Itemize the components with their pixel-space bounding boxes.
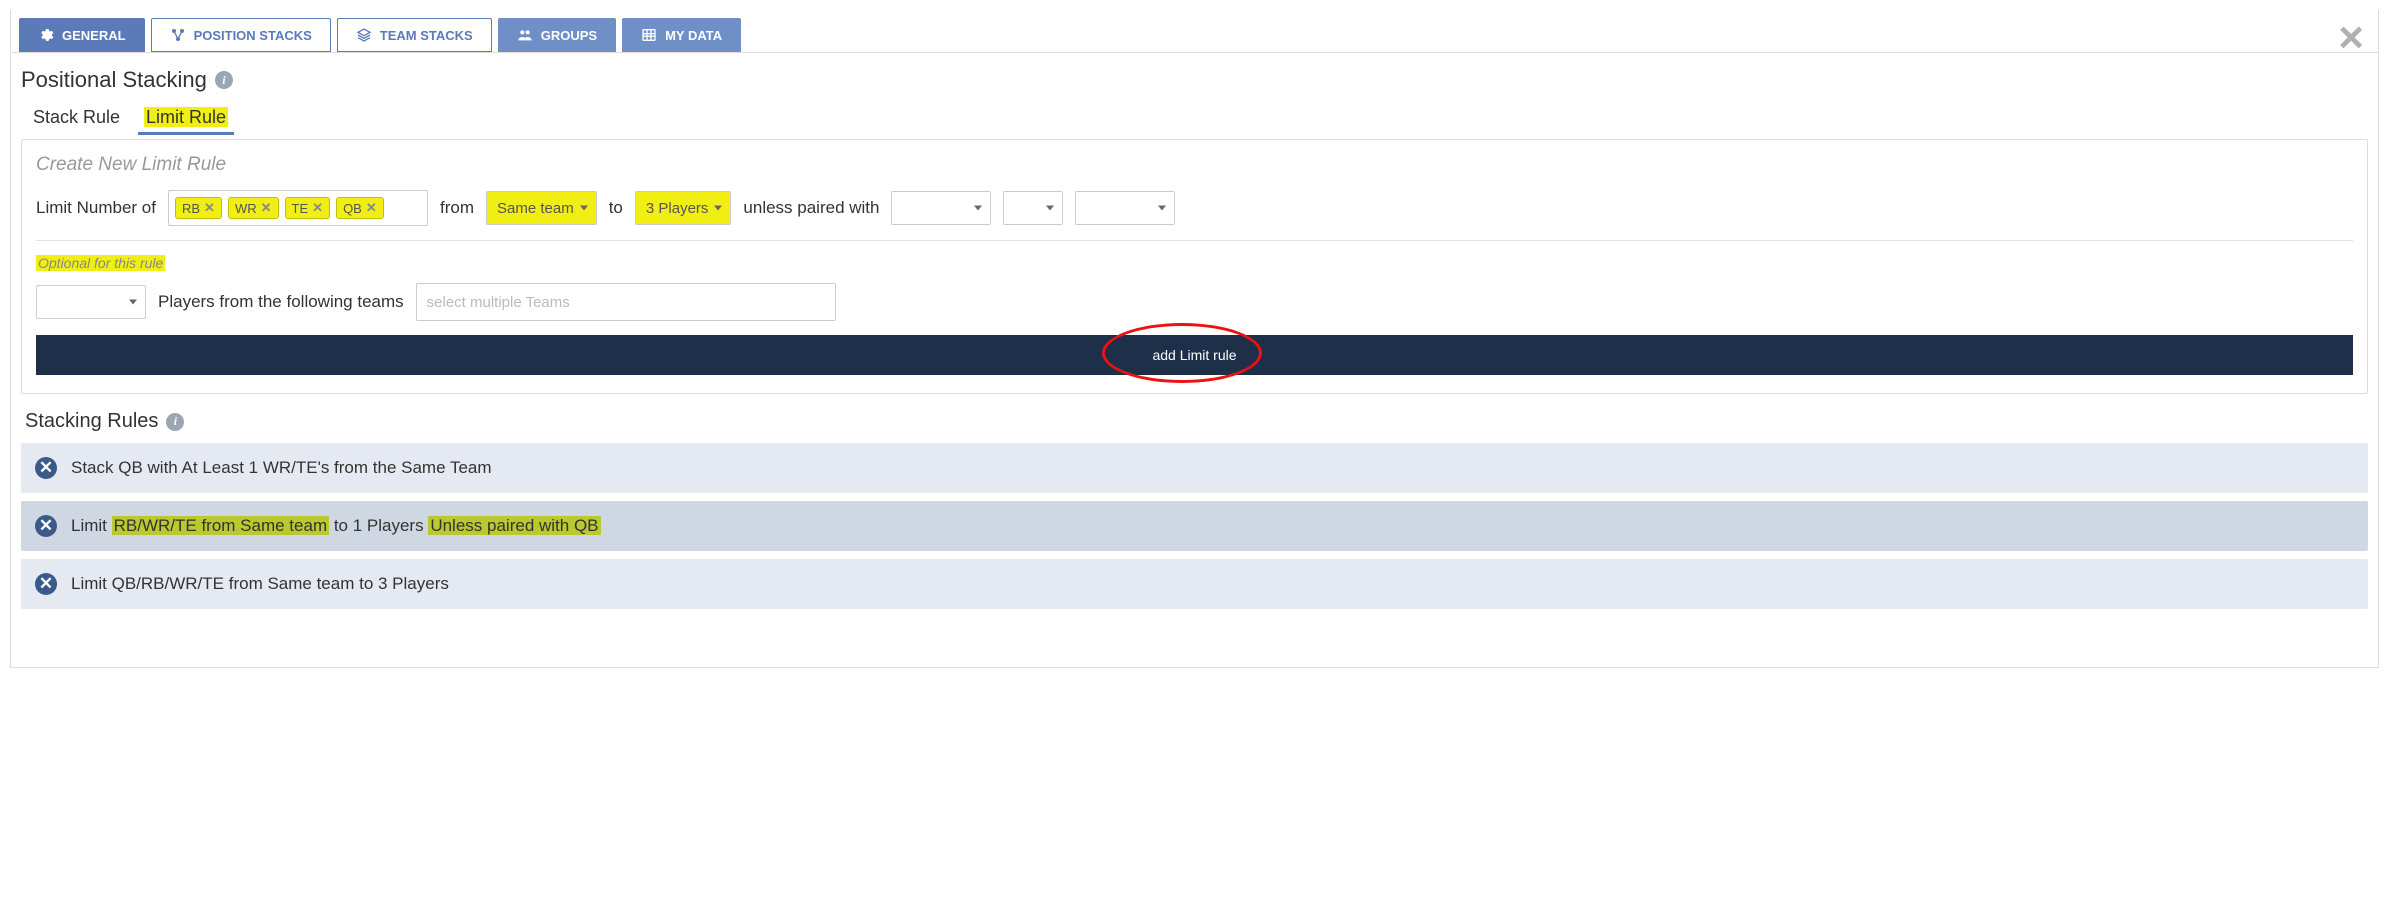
delete-rule-icon[interactable]: ✕: [35, 573, 57, 595]
limit-label: Limit Number of: [36, 198, 156, 218]
rule-item: ✕ Limit QB/RB/WR/TE from Same team to 3 …: [21, 559, 2368, 609]
rule-text: Stack QB with At Least 1 WR/TE's from th…: [71, 458, 492, 478]
add-button-wrap: add Limit rule: [36, 335, 2353, 375]
close-icon[interactable]: ×: [2338, 16, 2364, 60]
tag-label: TE: [292, 201, 309, 216]
remove-icon[interactable]: ✕: [261, 200, 272, 216]
layers-icon: [356, 27, 372, 43]
teams-input[interactable]: [416, 283, 836, 321]
from-value: Same team: [497, 200, 574, 217]
delete-rule-icon[interactable]: ✕: [35, 515, 57, 537]
remove-icon[interactable]: ✕: [366, 200, 377, 216]
rule-item: ✕ Limit RB/WR/TE from Same team to 1 Pla…: [21, 501, 2368, 551]
to-select[interactable]: 3 Players: [635, 191, 732, 225]
subtab-limit-rule[interactable]: Limit Rule: [138, 103, 234, 135]
positions-input[interactable]: RB ✕ WR ✕ TE ✕ QB ✕: [168, 190, 428, 226]
tab-label: TEAM STACKS: [380, 28, 473, 43]
divider: [36, 240, 2353, 241]
rule-segment-highlight: Unless paired with QB: [428, 516, 600, 535]
optional-note: Optional for this rule: [36, 255, 165, 271]
tab-my-data[interactable]: MY DATA: [622, 18, 741, 52]
to-value: 3 Players: [646, 200, 709, 217]
tag-label: RB: [182, 201, 200, 216]
info-icon[interactable]: i: [215, 71, 233, 89]
tab-general[interactable]: GENERAL: [19, 18, 145, 52]
rule-segment: Stack QB with At Least 1 WR/TE's from th…: [71, 458, 492, 477]
stacking-rules-title: Stacking Rules i: [25, 410, 2368, 433]
to-label: to: [609, 198, 623, 218]
tab-label: GENERAL: [62, 28, 126, 43]
rule-text: Limit QB/RB/WR/TE from Same team to 3 Pl…: [71, 574, 449, 594]
from-select[interactable]: Same team: [486, 191, 597, 225]
unless-select-3[interactable]: [1075, 191, 1175, 225]
tab-groups[interactable]: GROUPS: [498, 18, 616, 52]
stacking-rules-text: Stacking Rules: [25, 410, 158, 433]
add-limit-rule-button[interactable]: add Limit rule: [36, 335, 2353, 375]
tag-qb[interactable]: QB ✕: [336, 197, 384, 219]
remove-icon[interactable]: ✕: [312, 200, 323, 216]
section-title: Positional Stacking i: [21, 67, 2368, 93]
subtab-stack-rule[interactable]: Stack Rule: [27, 103, 126, 135]
unless-label: unless paired with: [743, 198, 879, 218]
modal-container: × GENERAL POSITION STACKS TEAM STACKS GR…: [10, 10, 2379, 668]
rules-list: ✕ Stack QB with At Least 1 WR/TE's from …: [21, 443, 2368, 609]
tab-position-stacks[interactable]: POSITION STACKS: [151, 18, 331, 52]
tag-label: WR: [235, 201, 257, 216]
panel-title: Create New Limit Rule: [36, 154, 2353, 176]
from-label: from: [440, 198, 474, 218]
section-title-text: Positional Stacking: [21, 67, 207, 93]
players-from-label: Players from the following teams: [158, 292, 404, 312]
rule-segment: Limit: [71, 516, 112, 535]
tag-wr[interactable]: WR ✕: [228, 197, 279, 219]
tag-te[interactable]: TE ✕: [285, 197, 331, 219]
include-exclude-select[interactable]: [36, 285, 146, 319]
rule-subtabs: Stack Rule Limit Rule: [21, 103, 2368, 135]
teams-row: Players from the following teams: [36, 283, 2353, 321]
tab-label: MY DATA: [665, 28, 722, 43]
rule-item: ✕ Stack QB with At Least 1 WR/TE's from …: [21, 443, 2368, 493]
tab-team-stacks[interactable]: TEAM STACKS: [337, 18, 492, 52]
unless-select-1[interactable]: [891, 191, 991, 225]
unless-select-2[interactable]: [1003, 191, 1063, 225]
tab-label: GROUPS: [541, 28, 597, 43]
rule-segment: Limit QB/RB/WR/TE from Same team to 3 Pl…: [71, 574, 449, 593]
gear-icon: [38, 27, 54, 43]
rule-segment-highlight: RB/WR/TE from Same team: [112, 516, 329, 535]
delete-rule-icon[interactable]: ✕: [35, 457, 57, 479]
nodes-icon: [170, 27, 186, 43]
tab-bar: GENERAL POSITION STACKS TEAM STACKS GROU…: [11, 10, 2378, 53]
rule-text: Limit RB/WR/TE from Same team to 1 Playe…: [71, 516, 601, 536]
table-icon: [641, 27, 657, 43]
tag-label: QB: [343, 201, 362, 216]
subtab-limit-rule-label: Limit Rule: [144, 107, 228, 127]
remove-icon[interactable]: ✕: [204, 200, 215, 216]
rule-segment: to 1 Players: [329, 516, 428, 535]
info-icon[interactable]: i: [166, 413, 184, 431]
content-area: Positional Stacking i Stack Rule Limit R…: [11, 53, 2378, 627]
tab-label: POSITION STACKS: [194, 28, 312, 43]
tag-rb[interactable]: RB ✕: [175, 197, 222, 219]
create-rule-panel: Create New Limit Rule Limit Number of RB…: [21, 139, 2368, 394]
limit-row: Limit Number of RB ✕ WR ✕ TE ✕: [36, 190, 2353, 226]
people-icon: [517, 27, 533, 43]
